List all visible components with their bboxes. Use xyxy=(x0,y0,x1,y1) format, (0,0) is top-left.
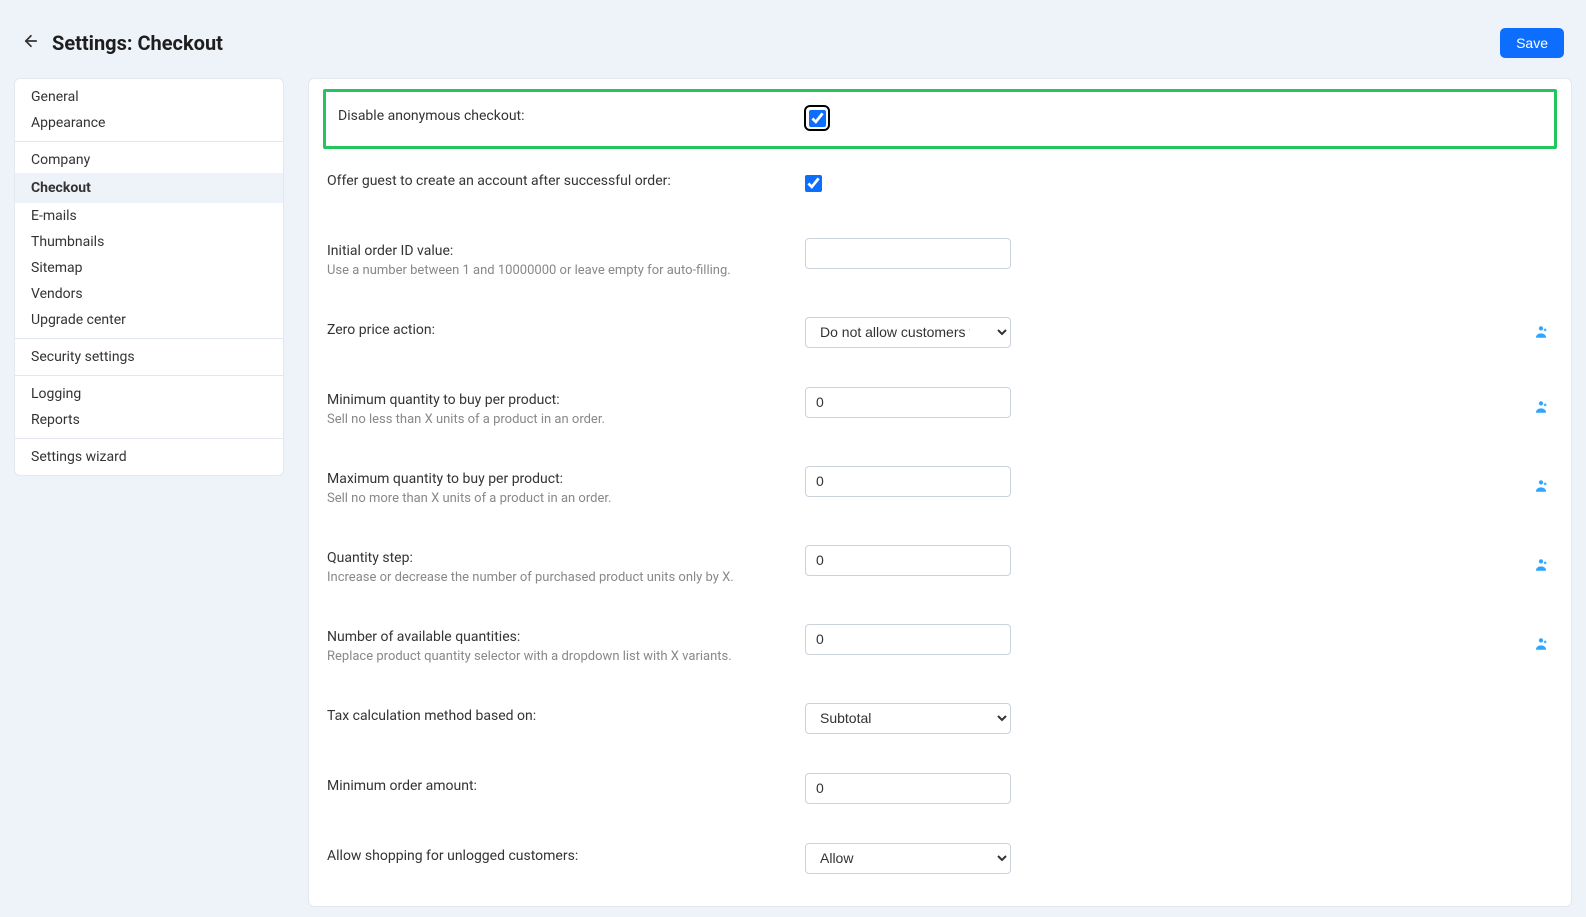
sidebar-item-thumbnails[interactable]: Thumbnails xyxy=(15,229,283,255)
save-button[interactable]: Save xyxy=(1500,28,1564,58)
sidebar-item-sitemap[interactable]: Sitemap xyxy=(15,255,283,281)
sidebar-item-emails[interactable]: E-mails xyxy=(15,203,283,229)
sidebar-item-general[interactable]: General xyxy=(15,79,283,110)
min-qty-input[interactable] xyxy=(805,387,1011,418)
settings-sidebar: General Appearance Company Checkout E-ma… xyxy=(14,78,284,476)
avail-qty-hint: Replace product quantity selector with a… xyxy=(327,649,805,664)
max-qty-label: Maximum quantity to buy per product: xyxy=(327,471,563,487)
sidebar-item-security-settings[interactable]: Security settings xyxy=(15,339,283,375)
back-icon[interactable] xyxy=(22,32,40,54)
sidebar-item-logging[interactable]: Logging xyxy=(15,376,283,407)
max-qty-input[interactable] xyxy=(805,466,1011,497)
initial-order-id-label: Initial order ID value: xyxy=(327,243,453,259)
offer-guest-label: Offer guest to create an account after s… xyxy=(327,173,671,189)
avail-qty-input[interactable] xyxy=(805,624,1011,655)
unlogged-label: Allow shopping for unlogged customers: xyxy=(327,848,578,864)
disable-anon-label: Disable anonymous checkout: xyxy=(338,108,525,124)
avail-qty-label: Number of available quantities: xyxy=(327,629,520,645)
qty-step-label: Quantity step: xyxy=(327,550,413,566)
vendor-icon[interactable] xyxy=(1533,399,1549,415)
max-qty-hint: Sell no more than X units of a product i… xyxy=(327,491,805,506)
initial-order-id-input[interactable] xyxy=(805,238,1011,269)
tax-method-select[interactable]: Subtotal xyxy=(805,703,1011,734)
zero-price-label: Zero price action: xyxy=(327,322,435,338)
qty-step-hint: Increase or decrease the number of purch… xyxy=(327,570,805,585)
tax-method-label: Tax calculation method based on: xyxy=(327,708,536,724)
sidebar-item-vendors[interactable]: Vendors xyxy=(15,281,283,307)
sidebar-item-reports[interactable]: Reports xyxy=(15,407,283,438)
sidebar-item-appearance[interactable]: Appearance xyxy=(15,110,283,141)
sidebar-item-settings-wizard[interactable]: Settings wizard xyxy=(15,439,283,475)
min-qty-label: Minimum quantity to buy per product: xyxy=(327,392,560,408)
vendor-icon[interactable] xyxy=(1533,324,1549,340)
vendor-icon[interactable] xyxy=(1533,636,1549,652)
offer-guest-checkbox[interactable] xyxy=(805,175,822,192)
highlighted-setting: Disable anonymous checkout: xyxy=(323,89,1557,149)
unlogged-select[interactable]: Allow xyxy=(805,843,1011,874)
min-order-label: Minimum order amount: xyxy=(327,778,477,794)
page-title: Settings: Checkout xyxy=(52,31,223,55)
sidebar-item-checkout[interactable]: Checkout xyxy=(15,173,283,203)
disable-anon-checkbox[interactable] xyxy=(809,110,826,127)
initial-order-id-hint: Use a number between 1 and 10000000 or l… xyxy=(327,263,805,278)
vendor-icon[interactable] xyxy=(1533,478,1549,494)
sidebar-item-company[interactable]: Company xyxy=(15,142,283,173)
vendor-icon[interactable] xyxy=(1533,557,1549,573)
min-qty-hint: Sell no less than X units of a product i… xyxy=(327,412,805,427)
zero-price-select[interactable]: Do not allow customers to ad xyxy=(805,317,1011,348)
qty-step-input[interactable] xyxy=(805,545,1011,576)
min-order-input[interactable] xyxy=(805,773,1011,804)
page-header: Settings: Checkout Save xyxy=(14,10,1572,78)
checkbox-emphasis xyxy=(804,105,830,131)
settings-form: Disable anonymous checkout: Offer guest … xyxy=(308,78,1572,907)
sidebar-item-upgrade-center[interactable]: Upgrade center xyxy=(15,307,283,338)
